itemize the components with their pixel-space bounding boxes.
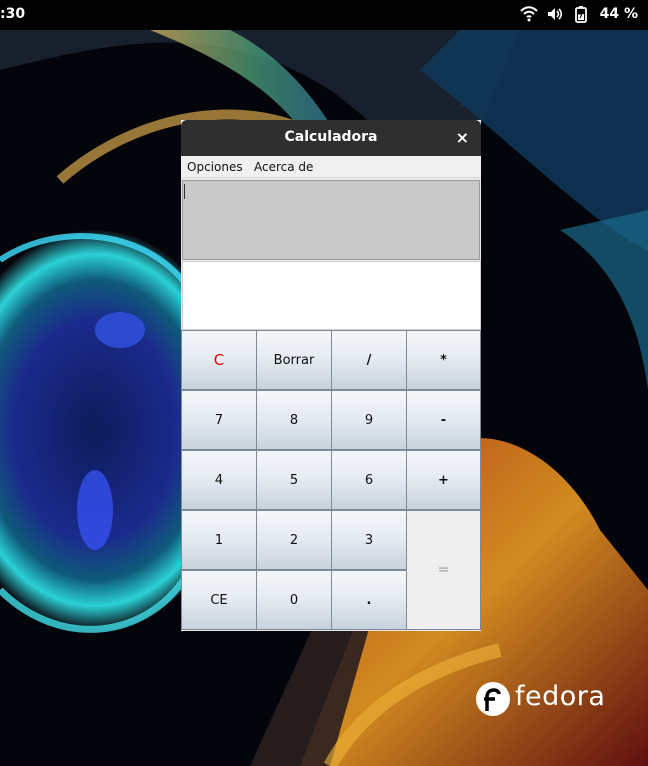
menu-opciones[interactable]: Opciones <box>187 160 243 174</box>
keypad: C Borrar / * 7 8 9 - 4 5 6 + 1 2 3 = CE … <box>181 330 481 630</box>
menu-bar: Opciones Acerca de <box>181 156 481 178</box>
key-minus[interactable]: - <box>406 390 481 450</box>
key-divide[interactable]: / <box>331 330 407 390</box>
text-caret <box>184 184 185 199</box>
clock[interactable]: :30 <box>0 6 25 22</box>
key-6[interactable]: 6 <box>331 450 407 510</box>
result-display <box>182 261 481 330</box>
key-7[interactable]: 7 <box>181 390 257 450</box>
key-equals[interactable]: = <box>406 510 481 630</box>
wifi-icon <box>519 6 538 22</box>
expression-display[interactable] <box>182 180 480 260</box>
window-title: Calculadora <box>284 129 378 145</box>
close-button[interactable]: × <box>456 128 469 147</box>
key-multiply[interactable]: * <box>406 330 481 390</box>
volume-icon <box>547 8 562 20</box>
key-decimal[interactable]: . <box>331 570 407 630</box>
key-ce[interactable]: CE <box>181 570 257 630</box>
key-4[interactable]: 4 <box>181 450 257 510</box>
battery-percent: 44 % <box>599 6 638 22</box>
fedora-logo: fedora <box>475 681 605 721</box>
key-borrar[interactable]: Borrar <box>256 330 332 390</box>
menu-acerca-de[interactable]: Acerca de <box>254 160 313 174</box>
key-clear[interactable]: C <box>181 330 257 390</box>
status-area[interactable]: 44 % <box>519 5 638 23</box>
calculator-window: Calculadora × Opciones Acerca de C Borra… <box>181 120 481 631</box>
key-plus[interactable]: + <box>406 450 481 510</box>
fedora-f-icon <box>476 682 510 716</box>
window-titlebar[interactable]: Calculadora × <box>181 120 481 156</box>
key-9[interactable]: 9 <box>331 390 407 450</box>
key-5[interactable]: 5 <box>256 450 332 510</box>
key-0[interactable]: 0 <box>256 570 332 630</box>
key-8[interactable]: 8 <box>256 390 332 450</box>
fedora-logo-text: fedora <box>515 681 606 712</box>
top-bar: :30 44 % <box>0 0 648 30</box>
key-3[interactable]: 3 <box>331 510 407 570</box>
key-2[interactable]: 2 <box>256 510 332 570</box>
key-1[interactable]: 1 <box>181 510 257 570</box>
battery-icon <box>574 6 587 23</box>
